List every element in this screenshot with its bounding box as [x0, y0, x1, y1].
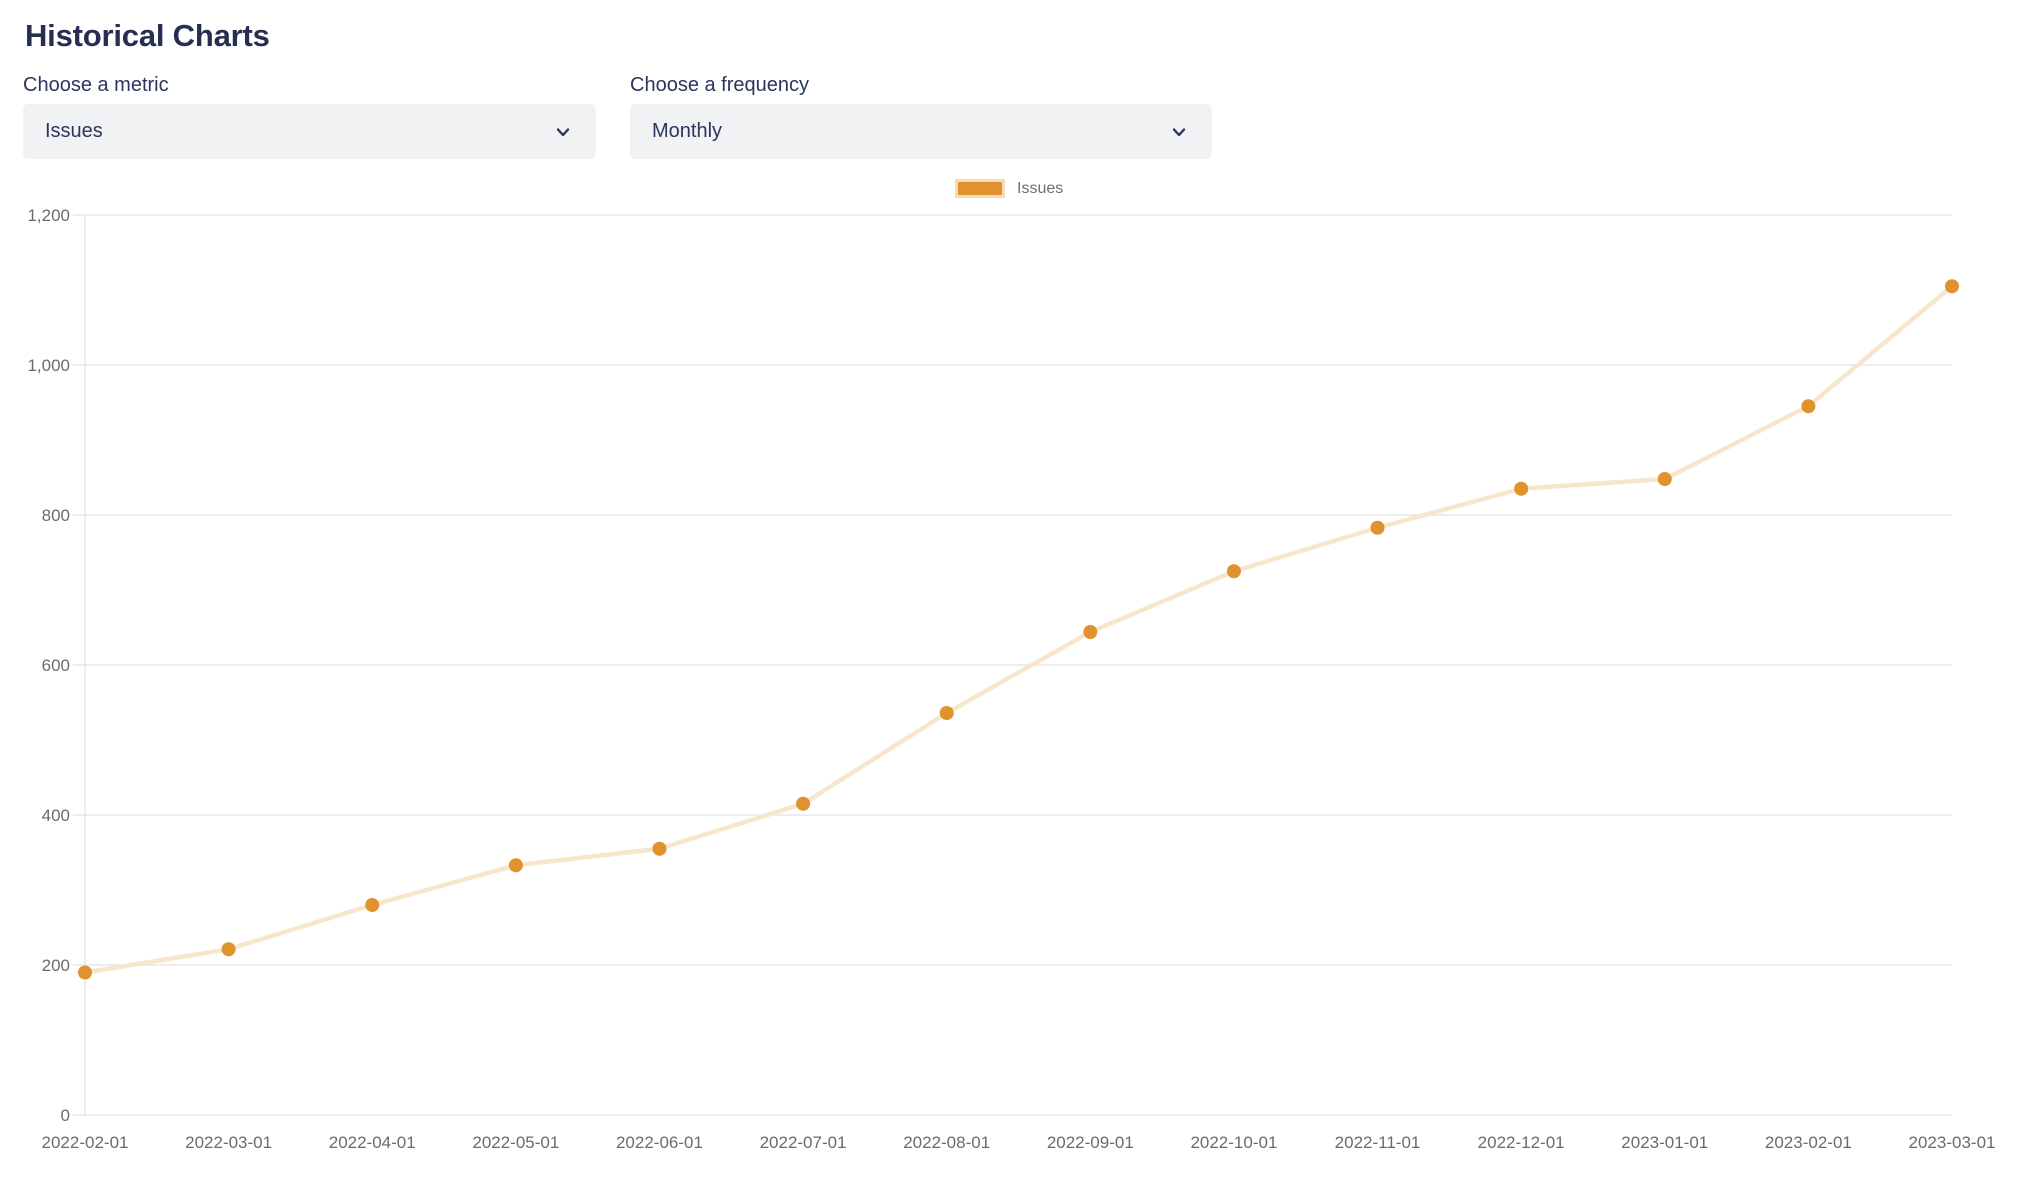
y-tick-label: 600 — [42, 656, 70, 675]
data-point[interactable] — [1083, 625, 1097, 639]
x-tick-label: 2022-12-01 — [1478, 1133, 1565, 1152]
data-point[interactable] — [796, 797, 810, 811]
data-point[interactable] — [509, 858, 523, 872]
y-tick-label: 0 — [61, 1106, 70, 1125]
series-line — [85, 286, 1952, 972]
y-tick-label: 1,200 — [27, 206, 70, 225]
data-point[interactable] — [1658, 472, 1672, 486]
x-tick-label: 2022-03-01 — [185, 1133, 272, 1152]
data-point[interactable] — [78, 966, 92, 980]
y-tick-label: 1,000 — [27, 356, 70, 375]
data-point[interactable] — [1801, 399, 1815, 413]
data-point[interactable] — [1227, 564, 1241, 578]
y-tick-label: 800 — [42, 506, 70, 525]
line-chart: 0 200 400 600 800 1,000 1,200 2022-02-01 2022-03… — [0, 0, 2024, 1180]
x-tick-label: 2022-04-01 — [329, 1133, 416, 1152]
x-tick-label: 2023-02-01 — [1765, 1133, 1852, 1152]
data-point[interactable] — [652, 842, 666, 856]
data-point[interactable] — [940, 706, 954, 720]
x-tick-label: 2022-02-01 — [42, 1133, 129, 1152]
x-tick-label: 2022-07-01 — [760, 1133, 847, 1152]
y-tick-label: 200 — [42, 956, 70, 975]
x-tick-label: 2022-09-01 — [1047, 1133, 1134, 1152]
y-tick-label: 400 — [42, 806, 70, 825]
x-tick-label: 2022-10-01 — [1190, 1133, 1277, 1152]
x-tick-label: 2023-03-01 — [1909, 1133, 1996, 1152]
x-tick-label: 2023-01-01 — [1621, 1133, 1708, 1152]
data-point[interactable] — [222, 942, 236, 956]
data-point[interactable] — [1371, 521, 1385, 535]
data-point[interactable] — [1514, 482, 1528, 496]
x-tick-label: 2022-06-01 — [616, 1133, 703, 1152]
data-point[interactable] — [1945, 279, 1959, 293]
data-point[interactable] — [365, 898, 379, 912]
x-tick-label: 2022-05-01 — [472, 1133, 559, 1152]
x-tick-label: 2022-11-01 — [1335, 1133, 1421, 1152]
x-tick-label: 2022-08-01 — [903, 1133, 990, 1152]
